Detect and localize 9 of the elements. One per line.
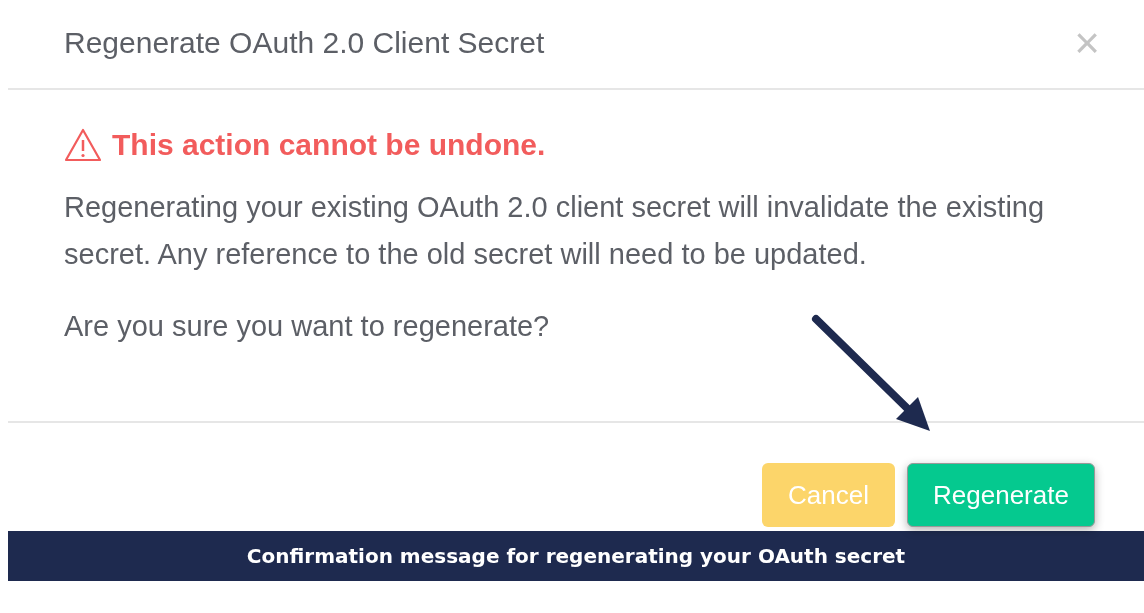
warning-icon (64, 128, 102, 162)
warning-text: This action cannot be undone. (112, 128, 546, 162)
close-button[interactable]: × (1074, 21, 1100, 65)
caption-text: Confirmation message for regenerating your OAuth secret (246, 544, 906, 568)
regenerate-button[interactable]: Regenerate (907, 463, 1095, 527)
dialog-title: Regenerate OAuth 2.0 Client Secret (64, 26, 545, 60)
message-text: Regenerating your existing OAuth 2.0 client secret will invalidate the existing secret. Any reference to the old secret will need to be updated. (64, 190, 1046, 272)
cancel-button[interactable]: Cancel (762, 463, 895, 527)
question-text: Are you sure you want to regenerate? (64, 310, 551, 343)
